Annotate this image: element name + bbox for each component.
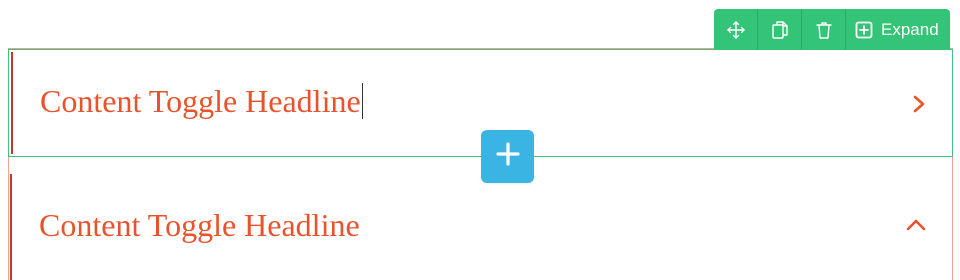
chevron-up-icon[interactable] [905, 218, 927, 237]
expand-label: Expand [881, 19, 939, 39]
add-element-button[interactable] [481, 130, 534, 183]
move-button[interactable] [714, 9, 758, 50]
toggle-headline[interactable]: Content Toggle Headline [39, 207, 360, 244]
editor-canvas: Content Toggle Headline Content Toggle H… [0, 0, 960, 280]
element-toolbar: Expand [714, 9, 950, 50]
text-cursor [361, 83, 363, 119]
toggle-headline[interactable]: Content Toggle Headline [40, 83, 363, 120]
trash-icon [815, 20, 833, 40]
plus-icon [495, 142, 520, 171]
toggle-item-2[interactable]: Content Toggle Headline [8, 174, 953, 280]
move-arrows-icon [726, 20, 746, 40]
chevron-right-icon[interactable] [912, 94, 926, 119]
duplicate-button[interactable] [758, 9, 802, 50]
expand-button[interactable]: Expand [846, 9, 950, 50]
toggle-accent-bar [10, 174, 12, 280]
toggle-accent-bar [11, 52, 13, 154]
delete-button[interactable] [802, 9, 846, 50]
plus-square-icon [855, 21, 873, 39]
duplicate-icon [771, 20, 789, 40]
